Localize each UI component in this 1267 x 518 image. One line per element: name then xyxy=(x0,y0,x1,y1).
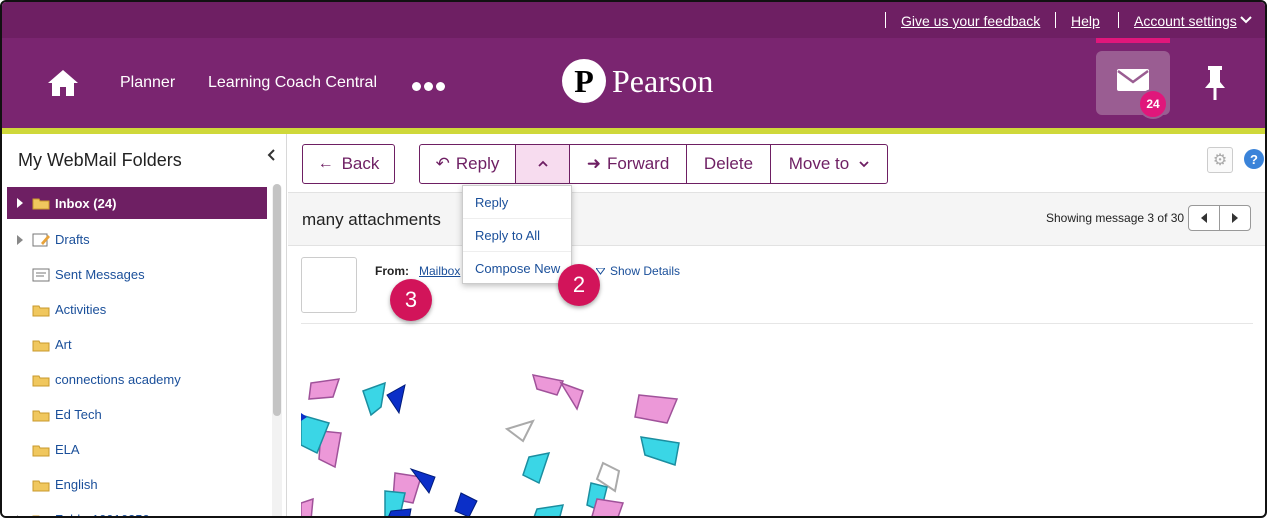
sidebar-folder-item[interactable]: Ed Tech xyxy=(7,397,267,432)
chevron-up-icon xyxy=(537,160,548,167)
folder-icon xyxy=(32,480,50,491)
sidebar-folder-label: Activities xyxy=(55,302,107,317)
sidebar-title: My WebMail Folders xyxy=(18,150,182,170)
confetti-image xyxy=(301,374,680,516)
step-callout-3: 3 xyxy=(390,279,432,321)
sidebar-folder-item[interactable]: Inbox (24) xyxy=(7,187,267,219)
sidebar-folder-label: Sent Messages xyxy=(55,267,145,282)
reply-arrow-icon: ↶ xyxy=(435,154,450,173)
sidebar-folder-label: Folder10016250 xyxy=(55,512,150,516)
menu-item-compose-new[interactable]: Compose New xyxy=(463,252,571,285)
sender-avatar xyxy=(301,257,357,313)
sidebar-folder-label: ELA xyxy=(55,442,80,457)
feedback-link[interactable]: Give us your feedback xyxy=(901,13,1040,29)
active-indicator xyxy=(1096,38,1170,43)
utility-bar: Give us your feedback Help Account setti… xyxy=(2,2,1265,38)
mail-button[interactable]: 24 xyxy=(1096,38,1170,119)
message-subject: many attachments xyxy=(302,210,441,229)
move-to-button[interactable]: Move to xyxy=(771,145,887,183)
drafts-icon xyxy=(32,233,50,246)
show-details-toggle[interactable]: Show Details xyxy=(595,264,681,278)
sent-icon xyxy=(32,268,50,281)
envelope-icon xyxy=(1117,69,1149,91)
collapse-sidebar-icon[interactable] xyxy=(266,148,276,162)
previous-message-button[interactable] xyxy=(1188,205,1220,231)
sidebar-folder-item[interactable]: connections academy xyxy=(7,362,267,397)
folder-icon xyxy=(32,340,50,351)
sidebar-folder-label: Ed Tech xyxy=(55,407,102,422)
main-navigation: Planner Learning Coach Central P Pearson… xyxy=(2,38,1265,134)
message-actions-group: ↶ Reply ➜ Forward Delete Move to xyxy=(419,144,888,184)
help-icon[interactable]: ? xyxy=(1244,149,1264,169)
step-callout-2: 2 xyxy=(558,264,600,306)
sidebar-folder-item[interactable]: Drafts xyxy=(7,222,267,257)
folder-icon xyxy=(32,198,50,210)
folder-list: Inbox (24) Drafts Sent Messages Activities A… xyxy=(7,187,267,516)
move-to-label: Move to xyxy=(788,154,850,173)
nav-learning-coach-central[interactable]: Learning Coach Central xyxy=(208,74,377,92)
header-divider xyxy=(301,323,1253,324)
next-message-button[interactable] xyxy=(1219,205,1251,231)
message-subject-bar: many attachments Showing message 3 of 30 xyxy=(288,192,1265,246)
delete-label: Delete xyxy=(703,154,754,173)
sidebar-folder-label: Art xyxy=(55,337,72,352)
triangle-left-icon xyxy=(1201,213,1207,223)
separator xyxy=(1055,12,1056,28)
reply-options-menu: Reply Reply to All Compose New xyxy=(462,185,572,284)
sidebar-scroll-thumb[interactable] xyxy=(273,184,281,416)
expand-triangle-icon[interactable] xyxy=(17,234,23,245)
message-position: Showing message 3 of 30 xyxy=(1046,211,1185,225)
sidebar-folder-label: Inbox (24) xyxy=(55,195,117,211)
account-settings-link[interactable]: Account settings xyxy=(1134,13,1237,29)
folder-icon xyxy=(32,305,50,316)
reply-button[interactable]: ↶ Reply xyxy=(420,145,516,183)
forward-label: Forward xyxy=(606,154,670,173)
pin-icon[interactable] xyxy=(1202,66,1228,100)
mail-count-badge: 24 xyxy=(1138,89,1168,119)
sidebar-folder-item[interactable]: Folder10016250 xyxy=(7,502,267,516)
separator xyxy=(885,12,886,28)
help-link[interactable]: Help xyxy=(1071,13,1100,29)
folder-icon xyxy=(32,445,50,456)
sidebar-folder-item[interactable]: Art xyxy=(7,327,267,362)
separator xyxy=(1118,12,1119,28)
folder-icon xyxy=(32,375,50,386)
nav-planner[interactable]: Planner xyxy=(120,74,175,92)
chevron-down-icon xyxy=(1240,16,1252,24)
from-sender-link[interactable]: Mailbox xyxy=(419,264,460,278)
menu-item-reply[interactable]: Reply xyxy=(463,186,571,219)
sidebar-folder-item[interactable]: ELA xyxy=(7,432,267,467)
reply-options-toggle[interactable] xyxy=(516,145,570,183)
forward-button[interactable]: ➜ Forward xyxy=(570,145,687,183)
more-icon[interactable] xyxy=(412,78,452,91)
folder-icon xyxy=(32,410,50,421)
sidebar-folder-item[interactable]: Activities xyxy=(7,292,267,327)
logo-text: Pearson xyxy=(612,62,714,99)
sidebar-folder-label: connections academy xyxy=(55,372,181,387)
arrow-left-icon: ← xyxy=(317,155,334,172)
pearson-logo: P Pearson xyxy=(562,58,713,104)
menu-item-reply-to-all[interactable]: Reply to All xyxy=(463,219,571,252)
home-icon[interactable] xyxy=(47,68,79,98)
chevron-down-icon xyxy=(859,160,869,167)
sidebar-folder-label: English xyxy=(55,477,98,492)
logo-mark: P xyxy=(562,59,606,103)
back-button[interactable]: ← Back xyxy=(302,144,395,184)
reply-label: Reply xyxy=(455,154,500,173)
folder-icon xyxy=(32,515,40,516)
forward-arrow-icon: ➜ xyxy=(586,154,601,173)
delete-button[interactable]: Delete xyxy=(687,145,771,183)
sidebar-folder-item[interactable]: English xyxy=(7,467,267,502)
folder-sidebar: My WebMail Folders Inbox (24) Drafts Sent … xyxy=(2,134,287,516)
expand-triangle-icon[interactable] xyxy=(17,514,23,516)
show-details-label: Show Details xyxy=(610,264,681,278)
back-label: Back xyxy=(341,154,380,173)
app-window: Give us your feedback Help Account setti… xyxy=(0,0,1267,518)
from-label: From: xyxy=(375,264,409,278)
sidebar-folder-item[interactable]: Sent Messages xyxy=(7,257,267,292)
gear-icon[interactable]: ⚙ xyxy=(1207,147,1233,173)
expand-triangle-icon[interactable] xyxy=(17,198,23,208)
triangle-right-icon xyxy=(1232,213,1238,223)
sidebar-folder-label: Drafts xyxy=(55,232,90,247)
